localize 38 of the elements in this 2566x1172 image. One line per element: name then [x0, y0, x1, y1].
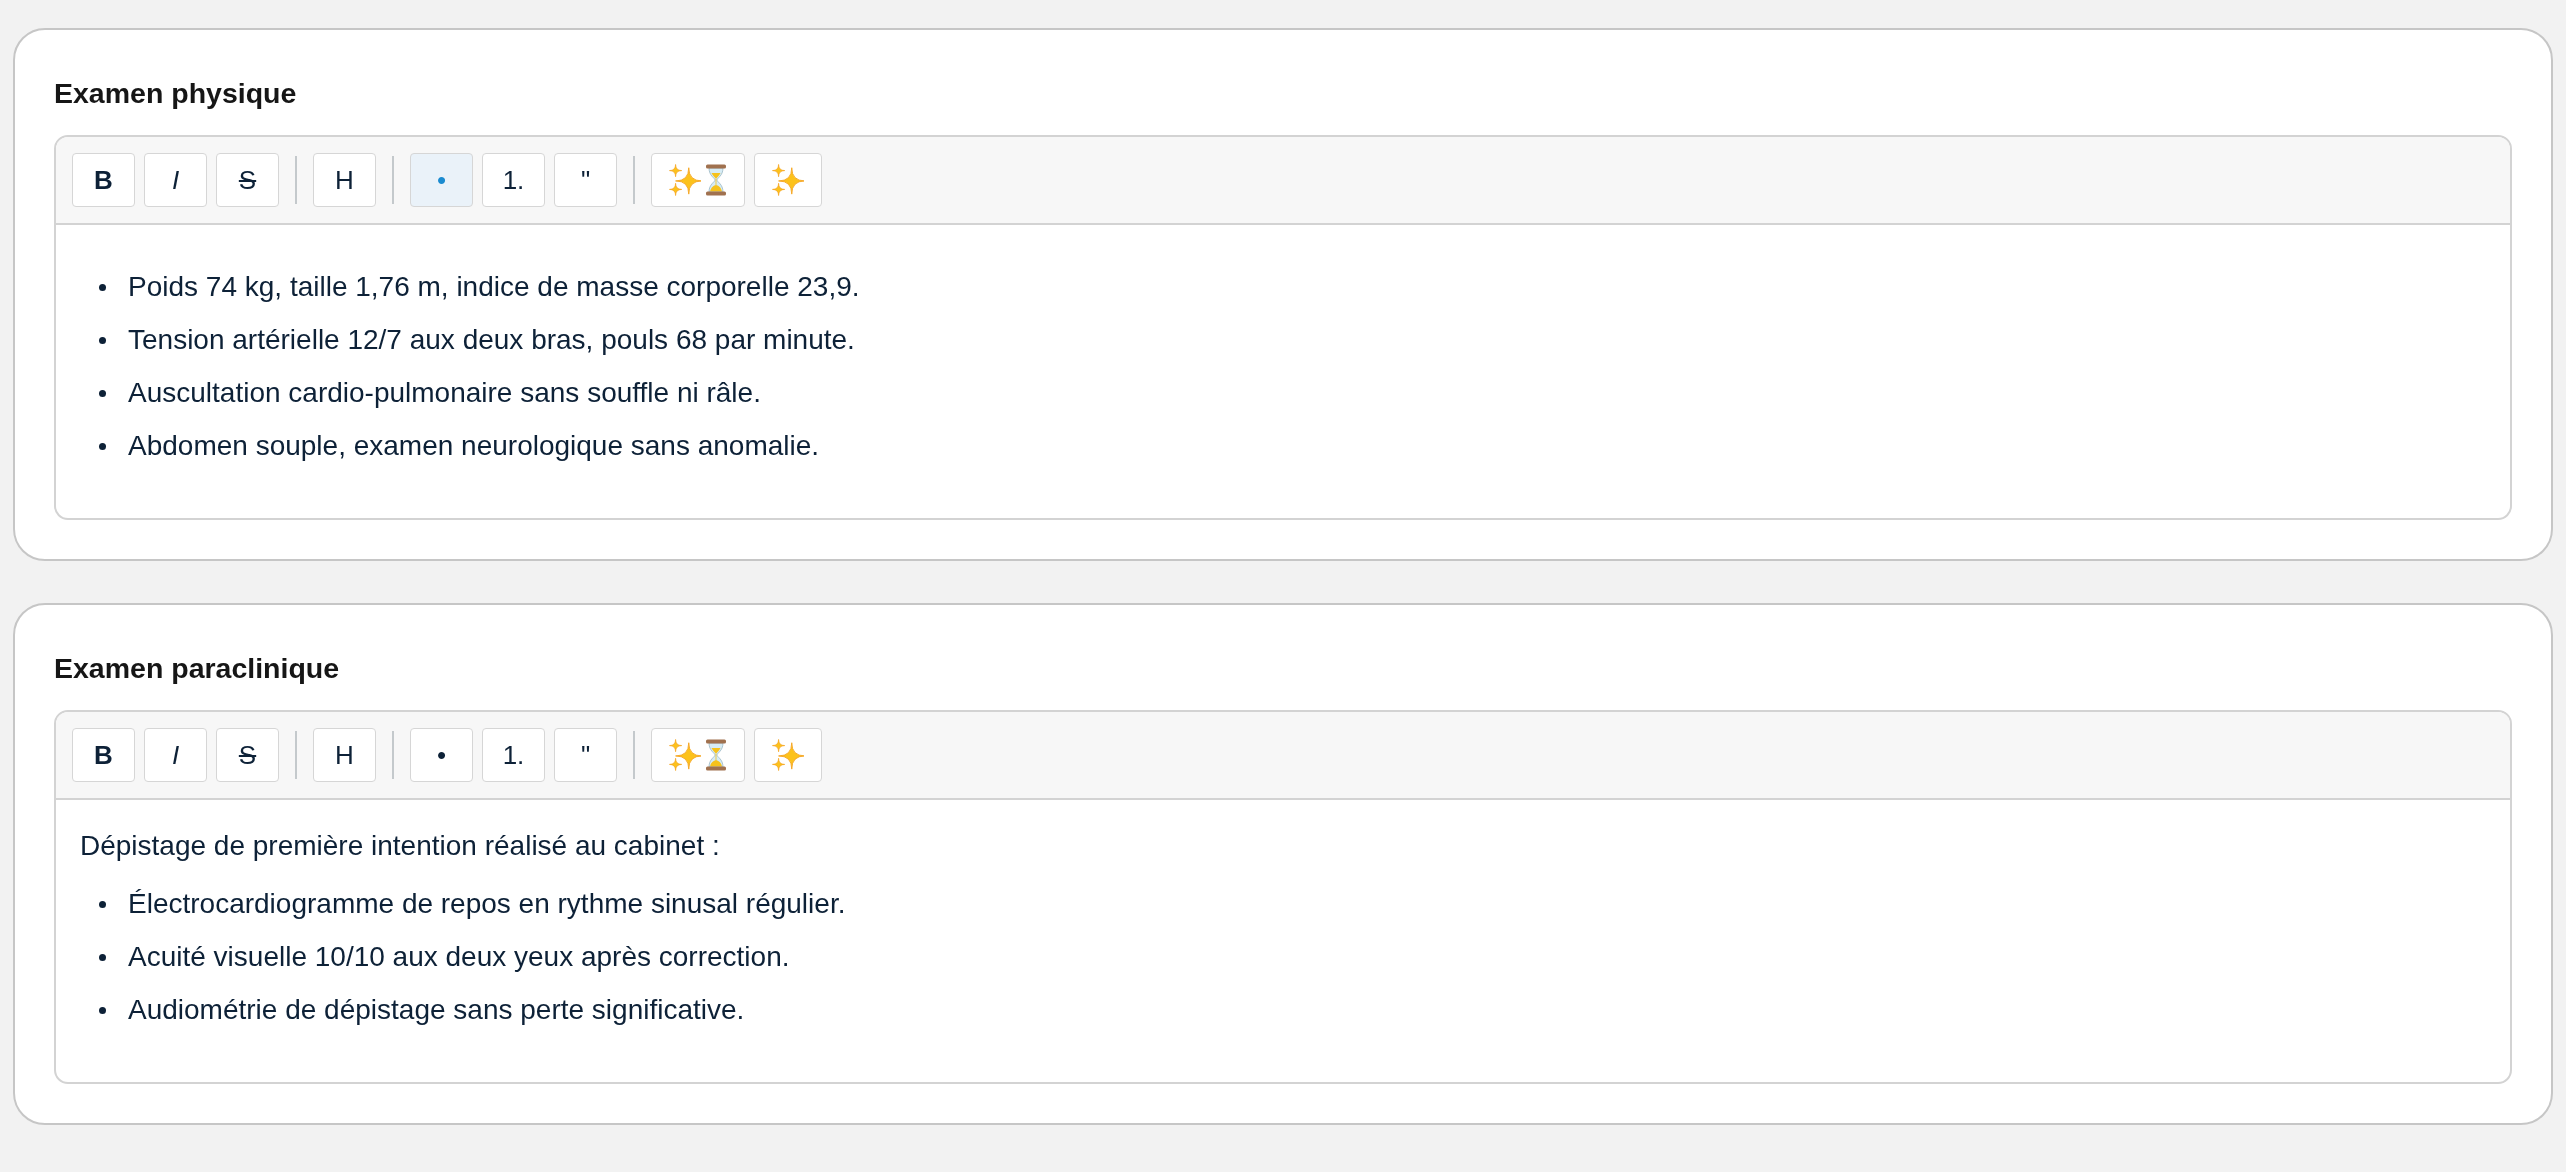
bullet-icon	[99, 283, 106, 291]
sparkle-icon	[772, 164, 804, 196]
strikethrough-button[interactable]: S	[216, 153, 279, 207]
bullet-icon	[99, 1006, 106, 1014]
bold-button[interactable]: B	[72, 728, 135, 782]
quote-button[interactable]: "	[554, 728, 617, 782]
sparkle-icon	[669, 164, 701, 196]
bullet-list-button[interactable]: •	[410, 728, 473, 782]
heading-button[interactable]: H	[313, 153, 376, 207]
bullet-icon	[99, 900, 106, 908]
sparkle-hourglass-button[interactable]	[651, 153, 745, 207]
list-item: Tension artérielle 12/7 aux deux bras, pouls 68 par minute.	[128, 323, 855, 357]
list-item: Électrocardiogramme de repos en rythme sinusal régulier.	[128, 887, 846, 921]
bullet-icon	[99, 442, 106, 450]
italic-button[interactable]: I	[144, 153, 207, 207]
paragraph-text: Dépistage de première intention réalisé au cabinet :	[80, 829, 720, 863]
section-title: Examen paraclinique	[54, 651, 340, 686]
hourglass-icon	[705, 164, 727, 196]
bullet-icon	[99, 336, 106, 344]
italic-button[interactable]: I	[144, 728, 207, 782]
list-item: Audiométrie de dépistage sans perte significative.	[128, 993, 745, 1027]
list-item: Abdomen souple, examen neurologique sans anomalie.	[128, 429, 820, 463]
bullet-icon	[99, 953, 106, 961]
bold-button[interactable]: B	[72, 153, 135, 207]
heading-button[interactable]: H	[313, 728, 376, 782]
sparkle-icon	[772, 739, 804, 771]
hourglass-icon	[705, 739, 727, 771]
quote-button[interactable]: "	[554, 153, 617, 207]
list-item: Auscultation cardio-pulmonaire sans souffle ni râle.	[128, 376, 761, 410]
bullet-icon	[99, 389, 106, 397]
sparkle-icon	[669, 739, 701, 771]
numbered-list-button[interactable]: 1.	[482, 153, 545, 207]
sparkle-hourglass-button[interactable]	[651, 728, 745, 782]
list-item: Acuité visuelle 10/10 aux deux yeux après correction.	[128, 940, 790, 974]
numbered-list-button[interactable]: 1.	[482, 728, 545, 782]
section-title: Examen physique	[54, 76, 297, 111]
list-item: Poids 74 kg, taille 1,76 m, indice de masse corporelle 23,9.	[128, 270, 860, 304]
strikethrough-button[interactable]: S	[216, 728, 279, 782]
